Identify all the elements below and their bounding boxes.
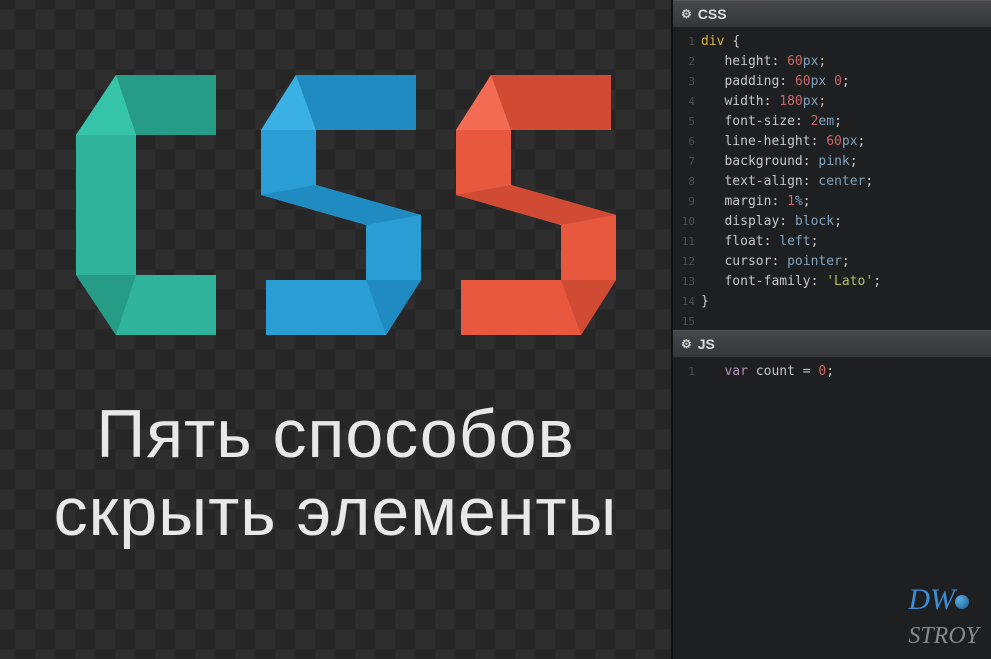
line-number: 1 [679,362,701,382]
line-number: 6 [679,132,701,152]
code-line[interactable]: 2 height: 60px; [673,52,991,72]
gear-icon[interactable]: ⚙ [681,337,692,351]
line-number: 5 [679,112,701,132]
watermark-d: D [908,583,930,616]
code-line[interactable]: 3 padding: 60px 0; [673,72,991,92]
css-code-editor[interactable]: 1div {2 height: 60px;3 padding: 60px 0;4… [673,28,991,330]
line-number: 7 [679,152,701,172]
watermark: DW STROY [908,583,979,651]
css-panel-label: CSS [698,6,727,22]
line-number: 10 [679,212,701,232]
line-number: 12 [679,252,701,272]
code-line[interactable]: 9 margin: 1%; [673,192,991,212]
code-line[interactable]: 13 font-family: 'Lato'; [673,272,991,292]
code-line[interactable]: 7 background: pink; [673,152,991,172]
line-number: 3 [679,72,701,92]
code-panel: ⚙ CSS 1div {2 height: 60px;3 padding: 60… [671,0,991,659]
code-line[interactable]: 8 text-align: center; [673,172,991,192]
line-number: 14 [679,292,701,312]
line-number: 11 [679,232,701,252]
css-panel-header[interactable]: ⚙ CSS [673,0,991,28]
line-number: 9 [679,192,701,212]
css-logo [56,35,616,375]
code-line[interactable]: 1div { [673,32,991,52]
code-line[interactable]: 4 width: 180px; [673,92,991,112]
line-number: 15 [679,312,701,330]
line-number: 1 [679,32,701,52]
title-line-1: Пять способов [54,395,618,473]
code-line[interactable]: 12 cursor: pointer; [673,252,991,272]
code-line[interactable]: 11 float: left; [673,232,991,252]
watermark-stroy: STROY [908,623,979,649]
line-number: 2 [679,52,701,72]
hero-panel: Пять способов скрыть элементы [0,0,671,659]
hero-title: Пять способов скрыть элементы [54,395,618,551]
code-line[interactable]: 14} [673,292,991,312]
title-line-2: скрыть элементы [54,473,618,551]
code-line[interactable]: 1 var count = 0; [673,362,991,382]
js-panel-header[interactable]: ⚙ JS [673,330,991,358]
logo-letter-s-orange [451,65,631,345]
gear-icon[interactable]: ⚙ [681,7,692,21]
code-line[interactable]: 10 display: block; [673,212,991,232]
js-panel-label: JS [698,336,715,352]
code-line[interactable]: 15 [673,312,991,330]
globe-icon [955,595,969,609]
code-line[interactable]: 6 line-height: 60px; [673,132,991,152]
line-number: 13 [679,272,701,292]
line-number: 4 [679,92,701,112]
watermark-w: W [930,583,955,616]
logo-letter-c [66,65,246,345]
line-number: 8 [679,172,701,192]
code-line[interactable]: 5 font-size: 2em; [673,112,991,132]
logo-letter-s-blue [256,65,436,345]
